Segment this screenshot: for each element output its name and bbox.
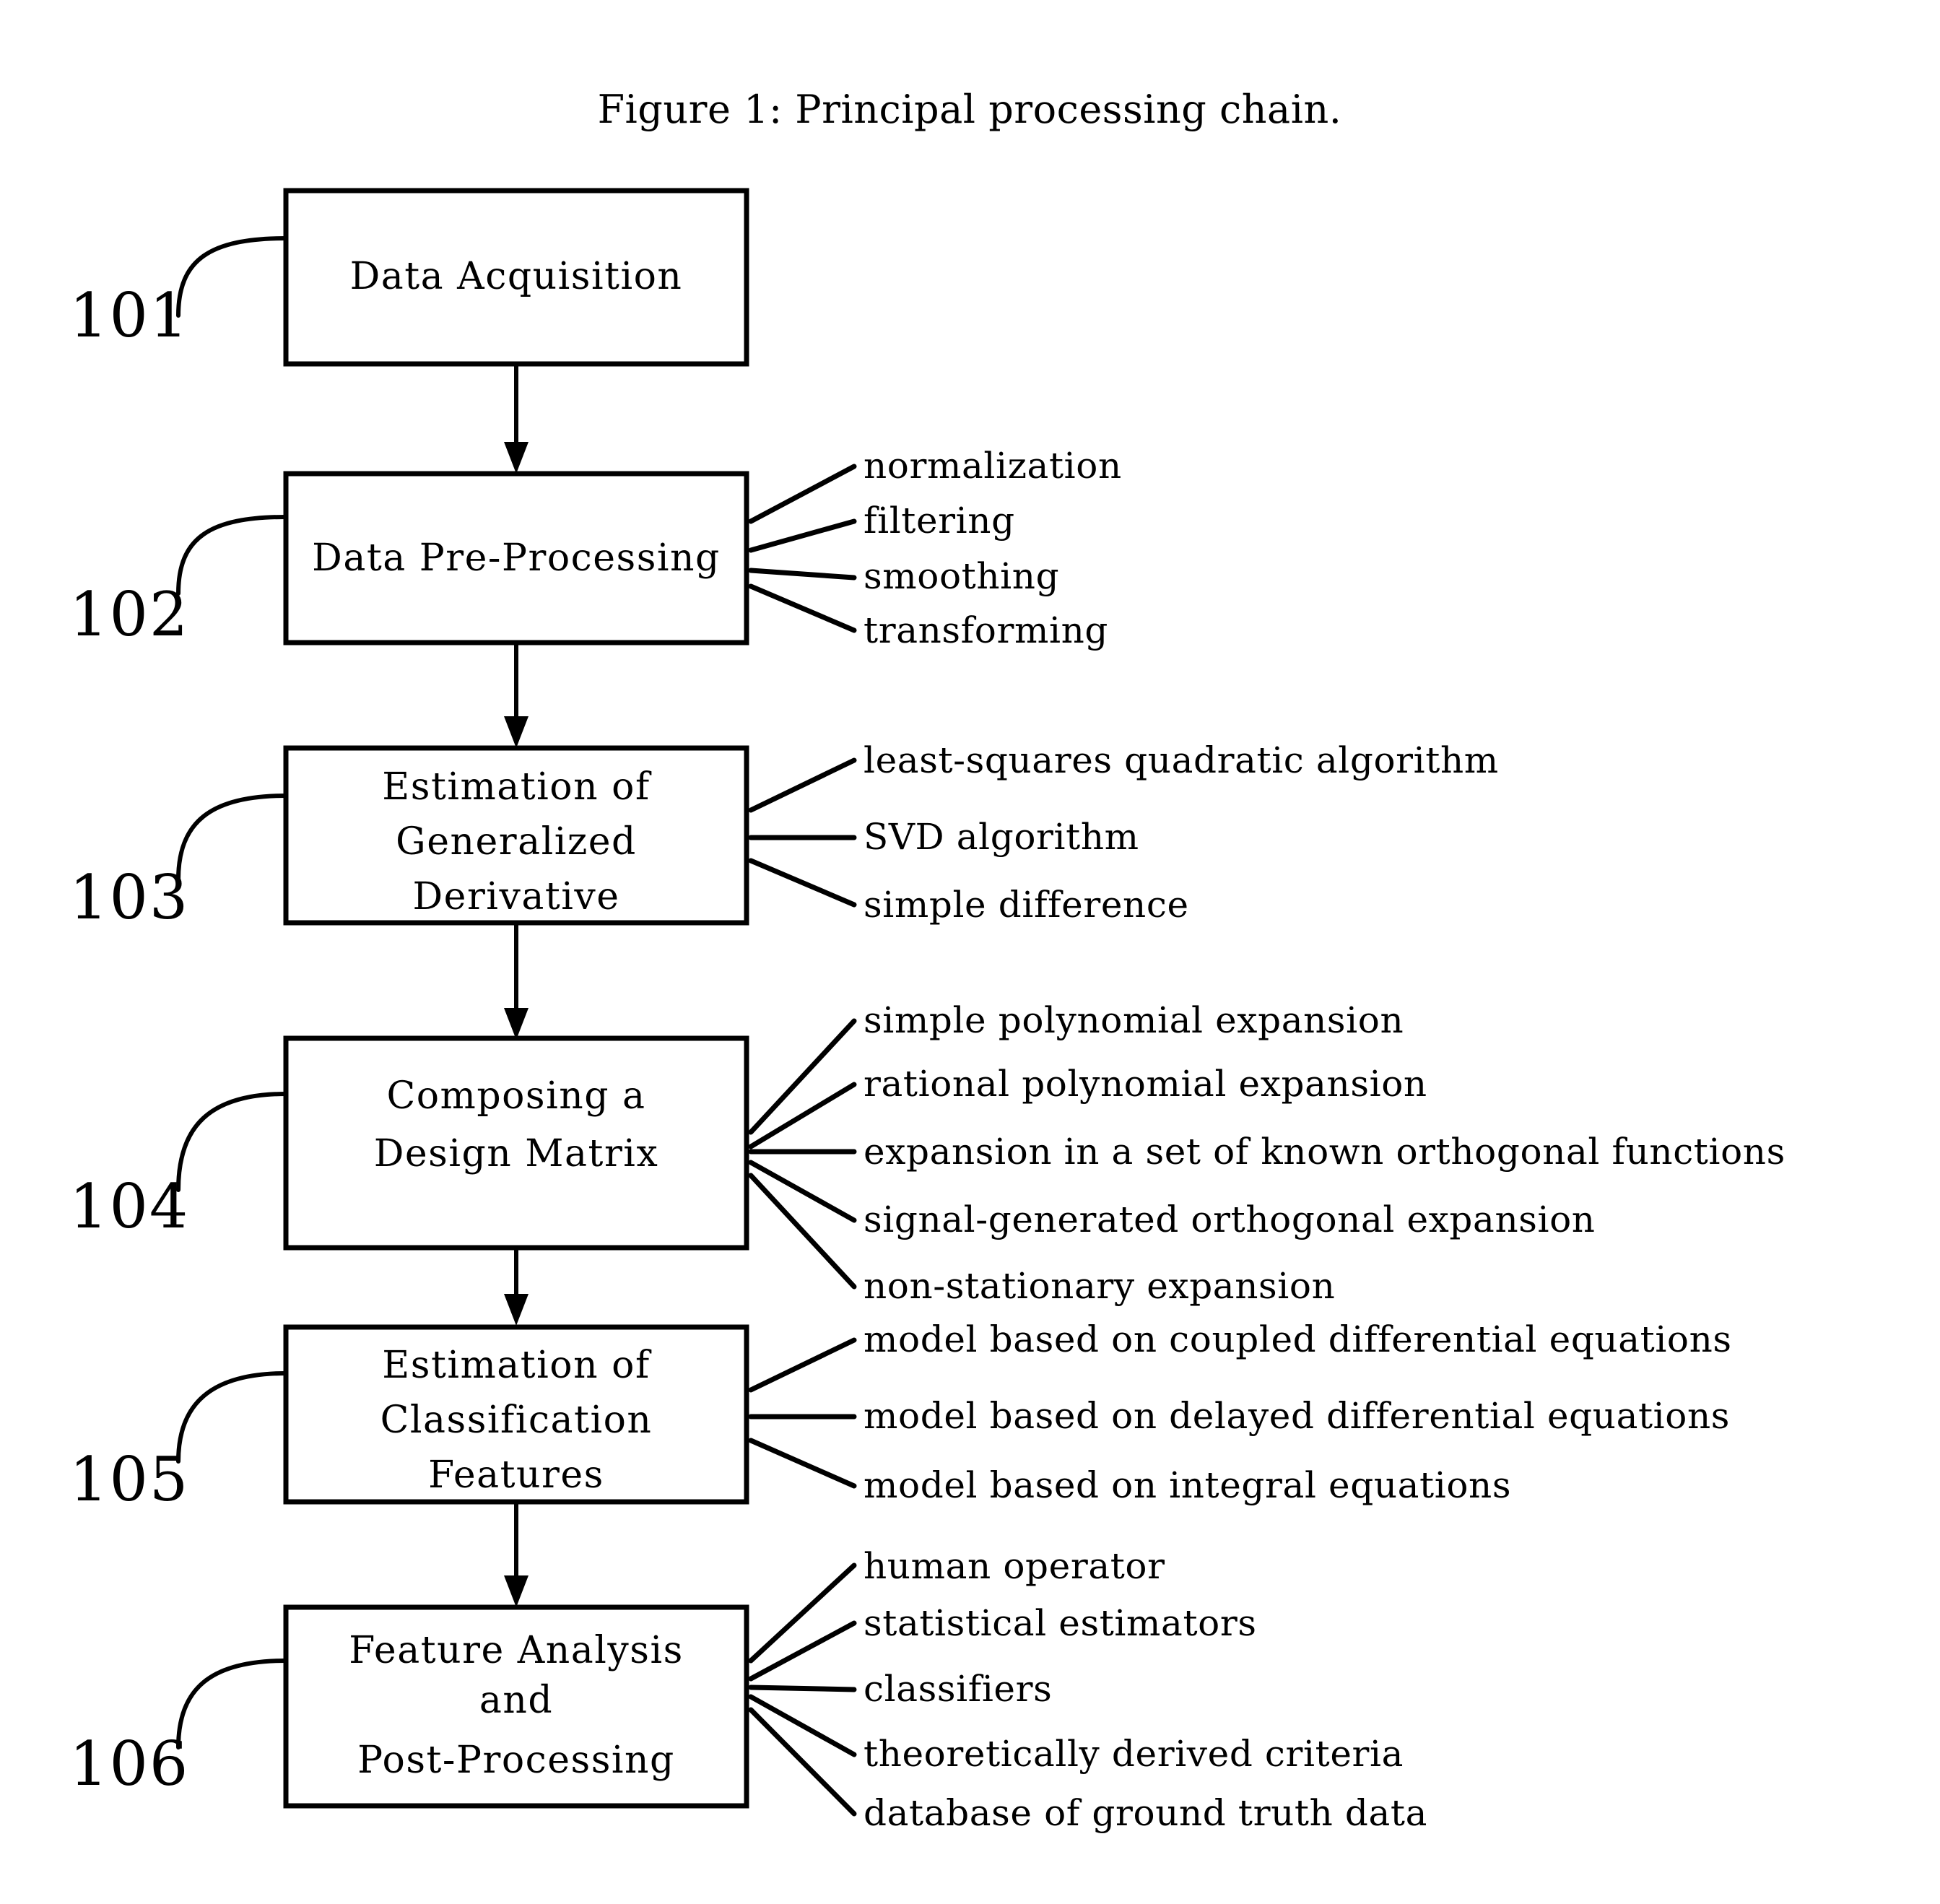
step-node-105[interactable]: Estimation of Classification Features	[283, 1324, 749, 1505]
leader-line-102	[176, 515, 288, 596]
flow-arrow-101-102	[504, 364, 529, 474]
branch-group-106	[748, 1562, 857, 1817]
step-label-105-line-0: Estimation of	[382, 1344, 652, 1387]
branch-label-106-0: human operator	[864, 1545, 1165, 1587]
ref-number-105: 105	[69, 1444, 189, 1515]
branch-label-104-2: expansion in a set of known orthogonal f…	[864, 1131, 1785, 1173]
step-label-105-line-2: Features	[428, 1453, 604, 1497]
ref-number-102: 102	[69, 579, 189, 650]
branch-label-105-2: model based on integral equations	[864, 1464, 1511, 1506]
arrow-head-icon	[504, 1008, 529, 1040]
flow-arrow-105-106	[504, 1502, 529, 1607]
branch-label-103-2: simple difference	[864, 884, 1189, 926]
ref-number-101: 101	[69, 280, 189, 351]
leader-line-105	[176, 1371, 288, 1464]
step-label-104-line-0: Composing a	[386, 1074, 645, 1118]
step-label-101-line-0: Data Acquisition	[350, 255, 683, 298]
arrow-head-icon	[504, 716, 529, 748]
step-label-103-line-2: Derivative	[412, 875, 619, 918]
branch-label-102-2: smoothing	[864, 555, 1059, 597]
branch-label-105-1: model based on delayed differential equa…	[864, 1395, 1730, 1437]
leader-line-106	[176, 1659, 288, 1749]
branch-group-102	[748, 464, 857, 633]
leader-line-103	[176, 794, 288, 882]
branch-label-106-2: classifiers	[864, 1668, 1052, 1710]
step-label-106-line-1: and	[479, 1679, 553, 1722]
leader-line-101	[176, 236, 288, 318]
step-node-106[interactable]: Feature Analysis and Post-Processing	[283, 1604, 749, 1809]
processing-chain-diagram: Figure 1: Principal processing chain. Da…	[69, 87, 1785, 1834]
branch-label-104-3: signal-generated orthogonal expansion	[864, 1199, 1596, 1240]
step-node-101[interactable]: Data Acquisition	[283, 188, 749, 367]
branch-label-103-0: least-squares quadratic algorithm	[864, 739, 1499, 781]
branch-label-104-1: rational polynomial expansion	[864, 1063, 1427, 1105]
step-label-104-line-1: Design Matrix	[374, 1132, 659, 1175]
ref-number-106: 106	[69, 1729, 189, 1799]
step-label-102-line-0: Data Pre-Processing	[312, 536, 721, 580]
branch-label-106-1: statistical estimators	[864, 1602, 1257, 1644]
ref-number-103: 103	[69, 862, 189, 933]
branch-label-106-3: theoretically derived criteria	[864, 1733, 1404, 1775]
arrow-head-icon	[504, 442, 529, 474]
branch-label-103-1: SVD algorithm	[864, 816, 1139, 858]
leader-line-104	[176, 1092, 288, 1192]
step-label-105-line-1: Classification	[380, 1399, 653, 1442]
branch-label-102-0: normalization	[864, 445, 1122, 487]
flow-arrow-103-104	[504, 923, 529, 1040]
branch-label-104-0: simple polynomial expansion	[864, 999, 1404, 1041]
branch-label-102-1: filtering	[864, 500, 1015, 542]
step-label-106-line-2: Post-Processing	[357, 1739, 675, 1782]
flow-arrow-104-105	[504, 1248, 529, 1326]
branch-group-104	[748, 1018, 857, 1290]
arrow-head-icon	[504, 1575, 529, 1607]
figure-title: Figure 1: Principal processing chain.	[598, 87, 1342, 132]
step-node-104[interactable]: Composing a Design Matrix	[283, 1035, 749, 1251]
step-label-103-line-1: Generalized	[396, 820, 637, 864]
branch-label-106-4: database of ground truth data	[864, 1792, 1427, 1834]
step-label-103-line-0: Estimation of	[382, 765, 652, 809]
figure-root: Figure 1: Principal processing chain. Da…	[0, 0, 1940, 1904]
step-node-102[interactable]: Data Pre-Processing	[283, 471, 749, 645]
step-node-103[interactable]: Estimation of Generalized Derivative	[283, 745, 749, 926]
flow-arrow-102-103	[504, 643, 529, 748]
branch-label-102-3: transforming	[864, 609, 1108, 651]
branch-label-104-4: non-stationary expansion	[864, 1265, 1335, 1307]
ref-number-104: 104	[69, 1171, 189, 1242]
branch-label-105-0: model based on coupled differential equa…	[864, 1318, 1732, 1360]
step-label-106-line-0: Feature Analysis	[349, 1629, 684, 1672]
branch-group-103	[748, 757, 857, 908]
arrow-head-icon	[504, 1294, 529, 1326]
branch-group-105	[748, 1337, 857, 1489]
